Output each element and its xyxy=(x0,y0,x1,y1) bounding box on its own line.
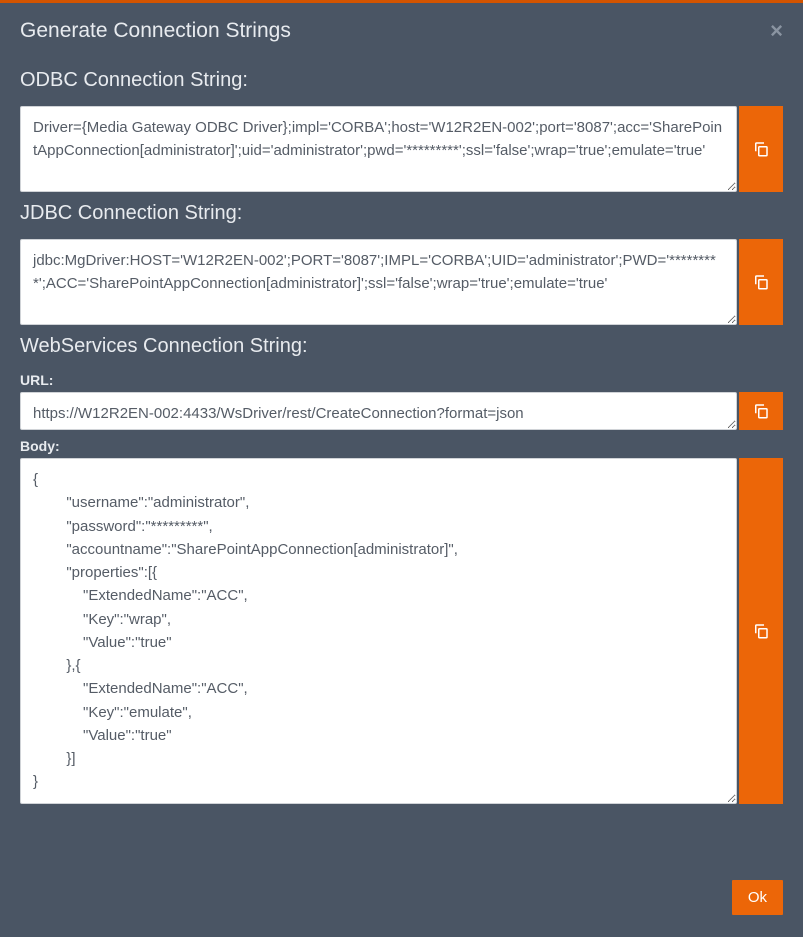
modal-header: Generate Connection Strings × xyxy=(0,3,803,55)
odbc-connection-string-textarea[interactable] xyxy=(20,106,737,192)
generate-connection-strings-modal: Generate Connection Strings × ODBC Conne… xyxy=(0,0,803,937)
jdbc-copy-button[interactable] xyxy=(739,239,783,325)
odbc-copy-button[interactable] xyxy=(739,106,783,192)
modal-title: Generate Connection Strings xyxy=(20,19,291,43)
close-button[interactable]: × xyxy=(770,20,783,42)
ws-url-label: URL: xyxy=(20,372,783,388)
ws-body-textarea[interactable] xyxy=(20,458,737,804)
jdbc-row xyxy=(20,239,783,325)
modal-footer: Ok xyxy=(0,864,803,937)
webservices-section-label: WebServices Connection String: xyxy=(20,335,783,358)
copy-icon xyxy=(752,273,770,291)
odbc-section-label: ODBC Connection String: xyxy=(20,69,783,92)
modal-body: ODBC Connection String: JDBC Connection … xyxy=(0,55,803,864)
copy-icon xyxy=(752,622,770,640)
copy-icon xyxy=(752,402,770,420)
copy-icon xyxy=(752,140,770,158)
close-icon: × xyxy=(770,18,783,43)
ws-body-row xyxy=(20,458,783,804)
odbc-row xyxy=(20,106,783,192)
ok-button[interactable]: Ok xyxy=(732,880,783,915)
ws-url-copy-button[interactable] xyxy=(739,392,783,430)
jdbc-section-label: JDBC Connection String: xyxy=(20,202,783,225)
ws-url-row xyxy=(20,392,783,430)
ws-body-copy-button[interactable] xyxy=(739,458,783,804)
ws-url-textarea[interactable] xyxy=(20,392,737,430)
ws-body-label: Body: xyxy=(20,438,783,454)
jdbc-connection-string-textarea[interactable] xyxy=(20,239,737,325)
